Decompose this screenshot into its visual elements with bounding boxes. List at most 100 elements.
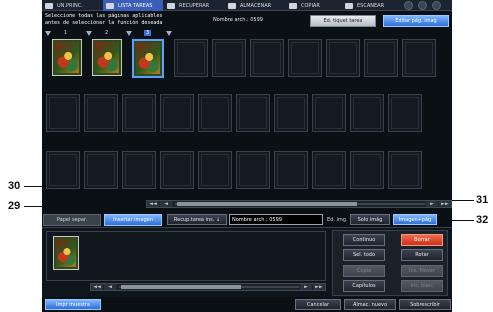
empty-page-slot — [274, 94, 308, 132]
empty-page-slot — [388, 151, 422, 189]
scroll-prev-icon[interactable]: ◄ — [104, 284, 116, 290]
tab-scan[interactable]: ESCANEAR — [342, 0, 400, 11]
chapters-button[interactable]: Capítulos — [343, 280, 385, 292]
scroll-thumb[interactable] — [177, 202, 357, 206]
insert-position-marker[interactable] — [126, 31, 132, 36]
scroll-prev-icon[interactable]: ◄ — [160, 201, 172, 207]
empty-page-slot — [288, 39, 322, 77]
empty-page-slot — [160, 151, 194, 189]
callout-31: 31 — [476, 194, 489, 206]
empty-page-slot — [84, 151, 118, 189]
tab-home[interactable]: UN.PRINC. — [42, 0, 102, 11]
insert-preview-pane — [46, 231, 326, 281]
scroll-first-icon[interactable]: ◄◄ — [147, 201, 159, 207]
store-new-button[interactable]: Almac. nuevo — [344, 299, 396, 310]
scroll-last-icon[interactable]: ►► — [313, 284, 325, 290]
empty-page-slot — [46, 151, 80, 189]
insert-position-marker[interactable] — [86, 31, 92, 36]
empty-page-slot — [388, 94, 422, 132]
recall-insert-job-button[interactable]: Recup.tarea ins. ↓ — [167, 214, 227, 225]
empty-page-slot — [326, 39, 360, 77]
tab-store[interactable]: ALMACENAR — [225, 0, 285, 11]
insert-blank-button[interactable]: Ins. blan. — [401, 280, 443, 292]
tab-job-list[interactable]: LISTA TAREAS — [103, 0, 163, 11]
insert-position-marker[interactable] — [45, 31, 51, 36]
empty-page-slot — [84, 94, 118, 132]
settings-round-icon[interactable] — [404, 1, 413, 10]
empty-page-slot — [236, 94, 270, 132]
single-image-button[interactable]: Solo imág — [350, 214, 390, 225]
empty-page-slot — [236, 151, 270, 189]
tab-home-label: UN.PRINC. — [57, 2, 83, 9]
rotate-button[interactable]: Rotar — [401, 249, 443, 261]
scan-icon — [345, 2, 353, 9]
empty-page-slot — [46, 94, 80, 132]
edit-image-label: Ed. img — [327, 217, 346, 223]
image-page-button[interactable]: Imagen+pág — [393, 214, 437, 225]
page-number-1: 1 — [64, 30, 68, 36]
tab-scan-label: ESCANEAR — [357, 2, 385, 9]
tab-recall-label: RECUPERAR — [179, 2, 210, 9]
bottom-bar: Impr muestra Cancelar Almac. nuevo Sobre… — [42, 297, 452, 312]
empty-page-slot — [350, 94, 384, 132]
scroll-last-icon[interactable]: ►► — [439, 201, 451, 207]
page-thumbnail[interactable] — [92, 39, 122, 76]
edit-image-button[interactable]: Editar pág. imag — [383, 15, 449, 27]
tab-recall[interactable]: RECUPERAR — [164, 0, 224, 11]
empty-page-slot — [402, 39, 436, 77]
empty-page-slot — [174, 39, 208, 77]
tab-copy[interactable]: COPIAR — [286, 0, 341, 11]
tab-separator-paper[interactable]: Papel separ. — [43, 214, 101, 226]
tab-store-label: ALMACENAR — [240, 2, 272, 9]
page-thumbnail-selected[interactable] — [132, 39, 164, 78]
edit-ticket-button[interactable]: Ed. tiquet tarea — [310, 15, 376, 27]
delete-button[interactable]: Borrar — [401, 234, 443, 246]
select-all-button[interactable]: Sel. todo — [343, 249, 385, 261]
preview-scrollbar[interactable]: ◄◄ ◄ ► ►► — [90, 283, 326, 291]
tab-job-list-label: LISTA TAREAS — [118, 2, 153, 9]
grid-scrollbar[interactable]: ◄◄ ◄ ► ►► — [146, 200, 452, 208]
operation-panel: Continuo Borrar Sel. todo Rotar Copia In… — [332, 230, 448, 296]
top-tab-bar: UN.PRINC. LISTA TAREAS RECUPERAR ALMACEN… — [42, 0, 452, 11]
empty-page-slot — [212, 39, 246, 77]
touch-panel-screen: UN.PRINC. LISTA TAREAS RECUPERAR ALMACEN… — [42, 0, 452, 312]
volume-round-icon[interactable] — [418, 1, 427, 10]
copy-icon — [289, 2, 297, 9]
empty-page-slot — [312, 94, 346, 132]
empty-page-slot — [274, 151, 308, 189]
print-sample-button[interactable]: Impr muestra — [45, 299, 101, 310]
empty-page-slot — [198, 94, 232, 132]
callout-32: 32 — [476, 214, 489, 226]
file-name-label: Nombre arch.: 0599 — [213, 17, 263, 23]
page-image — [56, 239, 76, 267]
page-thumbnail-grid: 1 2 3 — [42, 30, 452, 199]
message-row: Seleccione todas las páginas aplicables … — [42, 12, 452, 30]
insert-position-marker[interactable] — [166, 31, 172, 36]
recall-icon — [167, 2, 175, 9]
page-image — [55, 42, 79, 73]
overwrite-button[interactable]: Sobrescribir — [399, 299, 451, 310]
empty-page-slot — [364, 39, 398, 77]
continuous-button[interactable]: Continuo — [343, 234, 385, 246]
tab-insert-image[interactable]: Insertar imagen — [104, 214, 162, 226]
home-icon — [45, 2, 53, 9]
scroll-next-icon[interactable]: ► — [300, 284, 312, 290]
help-round-icon[interactable] — [432, 1, 441, 10]
instruction-message: Seleccione todas las páginas aplicables … — [45, 13, 163, 26]
empty-page-slot — [122, 151, 156, 189]
job-list-icon — [106, 2, 114, 9]
insert-image-thumbnail[interactable] — [53, 236, 79, 270]
scroll-next-icon[interactable]: ► — [426, 201, 438, 207]
store-icon — [228, 2, 236, 9]
scroll-first-icon[interactable]: ◄◄ — [91, 284, 103, 290]
insert-area: ◄◄ ◄ ► ►► Continuo Borrar Sel. todo Rota… — [42, 227, 452, 297]
page-number-3: 3 — [144, 30, 152, 36]
cancel-button[interactable]: Cancelar — [295, 299, 341, 310]
page-thumbnail[interactable] — [52, 39, 82, 76]
empty-page-slot — [350, 151, 384, 189]
insert-move-button[interactable]: Ins. Mover — [401, 265, 443, 277]
copy-button[interactable]: Copia — [343, 265, 385, 277]
file-name-field[interactable]: Nombre arch.: 0599 — [229, 214, 323, 225]
scroll-thumb[interactable] — [121, 285, 241, 289]
empty-page-slot — [160, 94, 194, 132]
